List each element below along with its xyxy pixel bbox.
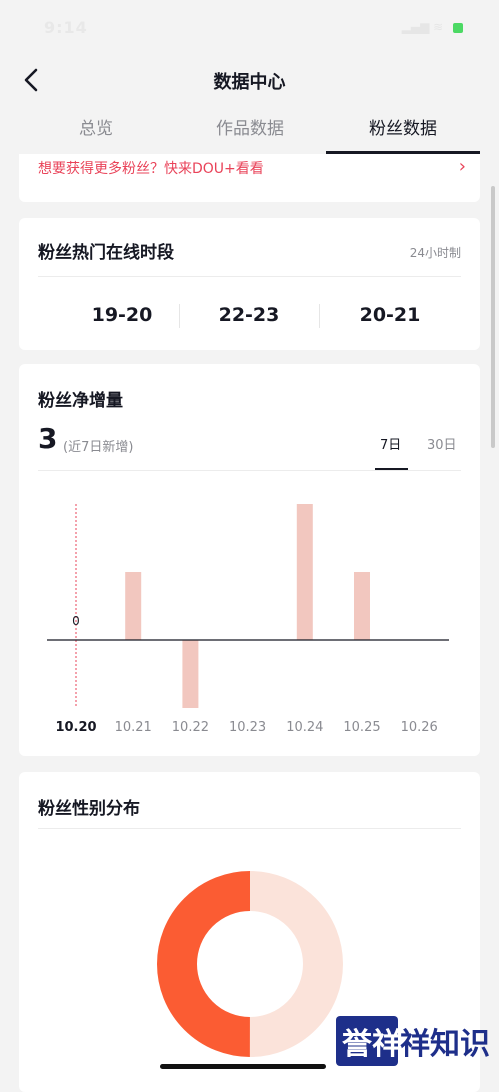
x-tick-label: 10.22: [172, 720, 209, 735]
bar: [182, 640, 199, 708]
fans-growth-card: 粉丝净增量 3 (近7日新增) 7日 30日 10.20 10.21 10.22 10…: [19, 364, 480, 756]
page-title: 数据中心: [213, 72, 286, 93]
status-time: 9:14: [44, 18, 88, 37]
online-card-title: 粉丝热门在线时段: [38, 243, 174, 263]
nav-bar: 数据中心: [0, 58, 499, 102]
divider: [38, 276, 461, 277]
tab-overview[interactable]: 总览: [13, 108, 179, 154]
svg-text:誉祥: 誉祥: [342, 1027, 402, 1062]
fans-growth-bar-chart: 10.20 10.21 10.22 10.23 10.24 10.25 10.26 0: [47, 504, 449, 735]
bar: [354, 572, 370, 640]
time-format-label: 24小时制: [409, 246, 461, 260]
bar: [125, 572, 142, 640]
scrollbar[interactable]: [491, 186, 495, 448]
x-tick-label: 10.20: [55, 720, 96, 735]
watermark-logo: 誉祥 祥知识: [336, 1016, 490, 1066]
x-tick-label: 10.25: [343, 720, 380, 735]
battery-icon: [453, 22, 463, 33]
data-label: 0: [72, 614, 80, 628]
status-icons: ▂▄▆ ≋: [402, 20, 463, 34]
x-tick-label: 10.23: [229, 720, 266, 735]
tab-works-data[interactable]: 作品数据: [167, 108, 333, 154]
x-tick-label: 10.24: [286, 720, 323, 735]
fans-online-time-card: 粉丝热门在线时段 24小时制 19-20 22-23 20-21: [19, 218, 480, 350]
bar: [296, 504, 313, 640]
online-slot: 19-20: [91, 304, 153, 326]
promo-text: 想要获得更多粉丝？快来DOU+看看: [38, 161, 264, 177]
tab-bar: 总览 作品数据 粉丝数据: [0, 108, 499, 154]
x-tick-label: 10.26: [401, 720, 438, 735]
chevron-right-icon[interactable]: ›: [459, 156, 466, 177]
tab-fans-data[interactable]: 粉丝数据: [320, 108, 486, 154]
svg-text:祥知识: 祥知识: [400, 1027, 490, 1062]
home-indicator: [160, 1064, 326, 1069]
online-slot: 22-23: [218, 304, 280, 326]
online-slot: 20-21: [359, 304, 421, 326]
promo-banner[interactable]: 想要获得更多粉丝？快来DOU+看看 ›: [19, 154, 480, 202]
status-bar: 9:14 ▂▄▆ ≋: [0, 0, 499, 58]
x-tick-label: 10.21: [115, 720, 152, 735]
signal-icon: ▂▄▆ ≋: [401, 20, 444, 34]
